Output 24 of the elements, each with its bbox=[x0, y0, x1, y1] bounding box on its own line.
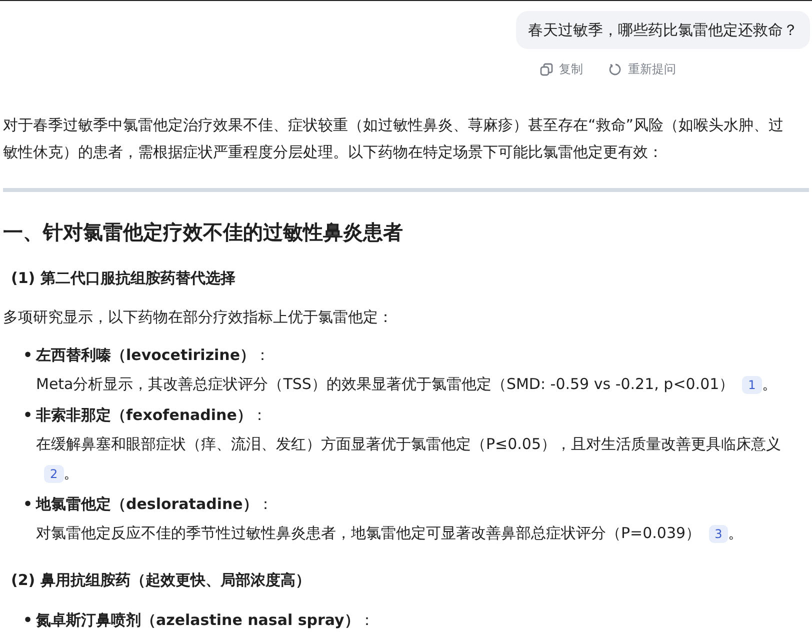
drug-title: 左西替利嗪（levocetirizine）： bbox=[36, 346, 270, 364]
drug-description: 对氯雷他定反应不佳的季节性过敏性鼻炎患者，地氯雷他定可显著改善鼻部总症状评分（P=0.039） 3 。 bbox=[36, 523, 744, 545]
intro-paragraph: 对于春季过敏季中氯雷他定治疗效果不佳、症状较重（如过敏性鼻炎、荨麻疹）甚至存在“救命”风险（如喉头水肿、过敏性休克）的患者，需根据症状严重程度分层处理。以下药物在特定场景下可能比氯雷他定更有效： bbox=[3, 115, 785, 163]
question-bubble: 春天过敏季，哪些药比氯雷他定还救命？ bbox=[516, 11, 810, 49]
subsection-heading: (1) 第二代口服抗组胺药替代选择 bbox=[11, 268, 236, 289]
copy-icon bbox=[540, 63, 553, 76]
citation-link[interactable]: 2 bbox=[44, 465, 64, 483]
retry-button[interactable]: 重新提问 bbox=[609, 61, 676, 78]
copy-button[interactable]: 复制 bbox=[540, 61, 583, 78]
citation-link[interactable]: 3 bbox=[708, 525, 728, 543]
lead-paragraph: 多项研究显示，以下药物在部分疗效指标上优于氯雷他定： bbox=[3, 307, 394, 328]
drug-title: 地氯雷他定（desloratadine）： bbox=[36, 495, 273, 513]
drug-title: 氮卓斯汀鼻喷剂（azelastine nasal spray）： bbox=[36, 611, 374, 629]
drug-title: 非索非那定（fexofenadine）： bbox=[36, 406, 267, 424]
section-heading: 一、针对氯雷他定疗效不佳的过敏性鼻炎患者 bbox=[3, 219, 404, 246]
bullet: • bbox=[23, 405, 34, 426]
bullet: • bbox=[23, 610, 34, 631]
bullet: • bbox=[23, 345, 34, 366]
drug-description: Meta分析显示，其改善总症状评分（TSS）的效果显著优于氯雷他定（SMD: -0.59 vs -0.21, p<0.01） 1 。 bbox=[36, 374, 777, 396]
refresh-icon bbox=[609, 63, 622, 76]
subsection-heading: (2) 鼻用抗组胺药（起效更快、局部浓度高） bbox=[11, 570, 312, 591]
drug-description: 在缓解鼻塞和眼部症状（痒、流泪、发红）方面显著优于氯雷他定（P≤0.05），且对生活质量改善更具临床意义 2 。 bbox=[36, 434, 782, 485]
bullet: • bbox=[23, 494, 34, 515]
citation-link[interactable]: 1 bbox=[742, 376, 762, 394]
